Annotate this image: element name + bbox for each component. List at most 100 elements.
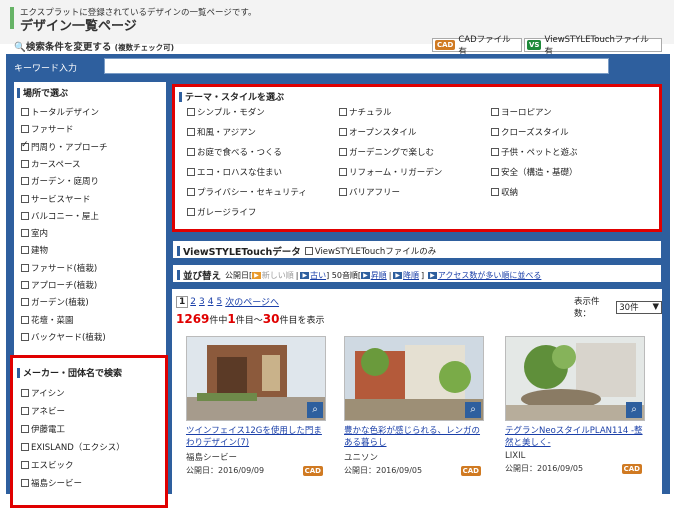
place-option[interactable]: バルコニー・屋上 [21,210,99,222]
theme-checkbox[interactable] [187,208,195,216]
theme-checkbox[interactable] [187,128,195,136]
design-caption[interactable]: 豊かな色彩が感じられる、レンガのある暮らし [344,425,484,449]
place-option[interactable]: 門周り・アプローチ [21,140,108,153]
place-option[interactable]: ガーデン・庭周り [21,175,99,187]
design-caption[interactable]: ツインフェイス12Gを使用した門まわりデザイン(7) [186,425,326,449]
viewstyle-only-checkbox[interactable] [304,247,313,255]
theme-option[interactable]: ヨーロピアン [491,106,552,118]
place-option[interactable]: サービスヤード [21,193,91,205]
theme-checkbox[interactable] [491,188,499,196]
maker-option[interactable]: 伊藤電工 [21,423,65,435]
sort-desc-link[interactable]: 降順 [403,270,419,281]
theme-option[interactable]: エコ・ロハスな住まい [187,166,282,178]
maker-checkbox[interactable] [21,389,29,397]
sort-newest-link[interactable]: 新しい順 [262,270,294,281]
design-thumbnail[interactable]: ⌕ [344,336,484,421]
page-link[interactable]: 4 [208,297,214,307]
design-card[interactable]: ⌕ ツインフェイス12Gを使用した門まわりデザイン(7) 福島シービー 公開日：… [186,336,326,489]
place-checkbox[interactable] [21,229,29,238]
thumbnail-image [345,337,483,420]
theme-checkbox[interactable] [187,168,195,176]
maker-option[interactable]: 福島シービー [21,477,82,489]
theme-checkbox[interactable] [187,108,195,116]
place-option[interactable]: トータルデザイン [21,106,99,118]
design-caption[interactable]: テグランNeoスタイルPLAN114 -整然と美しく- [505,425,645,449]
theme-option[interactable]: ガレージライフ [187,206,256,218]
theme-option[interactable]: 子供・ペットと遊ぶ [491,146,578,158]
place-checkbox[interactable] [21,177,29,186]
next-page-link[interactable]: 次のページへ [225,295,279,308]
theme-checkbox[interactable] [187,148,195,156]
place-checkbox[interactable] [21,211,29,220]
place-option[interactable]: ガーデン(植栽) [21,296,89,308]
place-checkbox[interactable] [21,194,29,203]
page-link[interactable]: 5 [216,297,222,307]
sort-access-link[interactable]: アクセス数が多い順に並べる [438,270,542,281]
place-checkbox[interactable] [21,332,29,341]
theme-checkbox[interactable] [339,188,347,196]
zoom-icon[interactable]: ⌕ [465,402,481,418]
maker-checkbox[interactable] [21,407,29,415]
place-checkbox[interactable] [21,140,29,151]
theme-checkbox[interactable] [491,108,499,116]
maker-option[interactable]: エスビック [21,459,74,471]
theme-option[interactable]: バリアフリー [339,186,400,198]
place-checkbox[interactable] [21,159,29,168]
place-checkbox[interactable] [21,246,29,255]
place-checkbox[interactable] [21,263,29,272]
place-checkbox[interactable] [21,315,29,324]
sort-asc-link[interactable]: 昇順 [371,270,387,281]
theme-option[interactable]: リフォーム・リガーデン [339,166,442,178]
zoom-icon[interactable]: ⌕ [307,402,323,418]
place-checkbox[interactable] [21,125,29,134]
theme-option[interactable]: 収納 [491,186,518,198]
theme-option[interactable]: ガーデニングで楽しむ [339,146,434,158]
theme-option[interactable]: 安全（構造・基礎） [491,166,578,178]
place-option[interactable]: アプローチ(植栽) [21,279,97,291]
sort-oldest-link[interactable]: 古い [310,270,326,281]
theme-option[interactable]: プライバシー・セキュリティ [187,186,307,198]
place-checkbox[interactable] [21,281,29,289]
theme-option[interactable]: 和風・アジアン [187,126,256,138]
zoom-icon[interactable]: ⌕ [626,402,642,418]
theme-checkbox[interactable] [339,108,347,116]
theme-checkbox[interactable] [187,188,195,196]
maker-option[interactable]: アネビー [21,405,65,417]
maker-checkbox[interactable] [21,425,29,433]
maker-option[interactable]: アイシン [21,387,65,399]
place-checkbox[interactable] [21,108,29,116]
sort-date-prefix: 公開日[ [225,270,253,280]
theme-option[interactable]: ナチュラル [339,106,392,118]
theme-checkbox[interactable] [491,148,499,156]
theme-checkbox[interactable] [339,128,347,136]
theme-checkbox[interactable] [339,148,347,156]
page-link[interactable]: 3 [199,297,205,307]
page-link[interactable]: 2 [190,297,196,307]
design-thumbnail[interactable]: ⌕ [186,336,326,421]
theme-checkbox[interactable] [491,168,499,176]
place-option[interactable]: 室内 [21,227,48,239]
place-option[interactable]: バックヤード(植栽) [21,331,106,343]
theme-option[interactable]: シンプル・モダン [187,106,265,118]
design-card[interactable]: ⌕ テグランNeoスタイルPLAN114 -整然と美しく- LIXIL 公開日：… [505,336,645,489]
design-thumbnail[interactable]: ⌕ [505,336,645,421]
sort-separator: | [388,270,392,280]
place-option[interactable]: ファサード [21,123,74,135]
maker-checkbox[interactable] [21,461,29,469]
per-page-select[interactable]: 30件 ▼ [616,300,662,314]
place-option[interactable]: 建物 [21,244,48,256]
maker-checkbox[interactable] [21,479,29,487]
keyword-input[interactable] [104,58,609,74]
theme-checkbox[interactable] [491,128,499,136]
theme-checkbox[interactable] [339,168,347,176]
place-checkbox[interactable] [21,298,29,307]
maker-checkbox[interactable] [21,443,29,451]
design-card[interactable]: ⌕ 豊かな色彩が感じられる、レンガのある暮らし ユニソン 公開日：2016/09… [344,336,484,489]
maker-option[interactable]: EXISLAND（エクシス） [21,441,125,453]
place-option[interactable]: 花壇・菜園 [21,314,74,326]
place-option[interactable]: カースペース [21,158,81,170]
place-option[interactable]: ファサード(植栽) [21,262,97,274]
theme-option[interactable]: オープンスタイル [339,126,416,138]
theme-option[interactable]: クローズスタイル [491,126,569,138]
theme-option[interactable]: お庭で食べる・つくる [187,146,282,158]
